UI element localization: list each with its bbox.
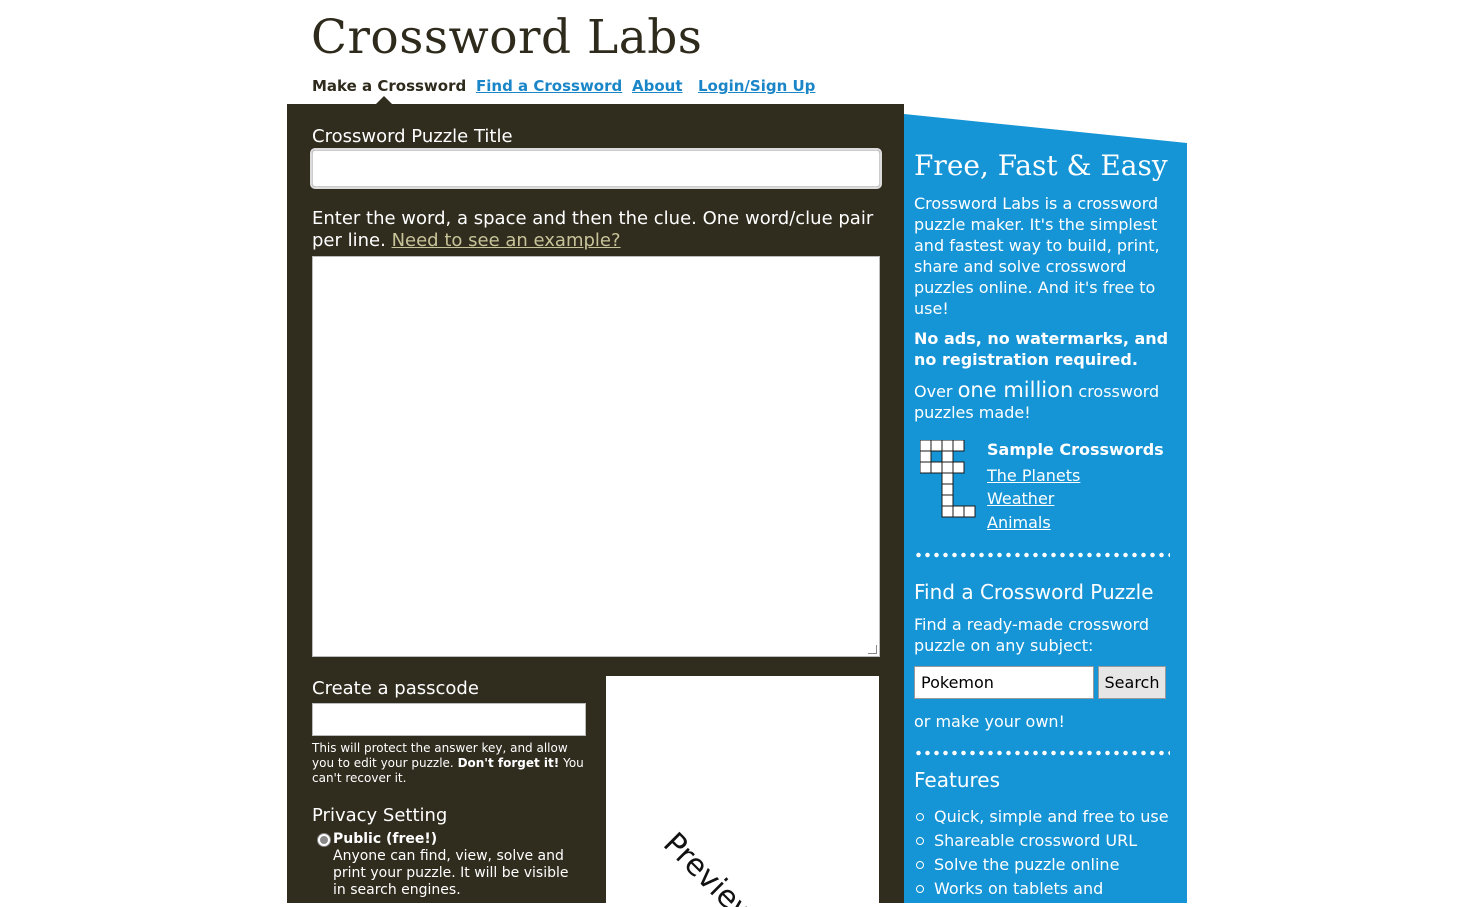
nav-login-signup[interactable]: Login/Sign Up — [698, 77, 815, 95]
info-sidebar: Free, Fast & Easy Crossword Labs is a cr… — [904, 114, 1187, 903]
privacy-label: Privacy Setting — [312, 805, 448, 826]
crossword-grid-icon — [920, 440, 976, 518]
passcode-note: This will protect the answer key, and al… — [312, 741, 590, 786]
sidebar-heading: Free, Fast & Easy — [914, 149, 1168, 182]
sample-heading: Sample Crosswords — [987, 440, 1164, 459]
feature-item: Quick, simple and free to use — [914, 806, 1172, 827]
features-heading: Features — [914, 768, 1000, 792]
find-heading: Find a Crossword Puzzle — [914, 580, 1154, 604]
feature-item: Works on tablets and — [914, 878, 1172, 899]
public-radio[interactable] — [317, 833, 331, 847]
search-input[interactable]: Pokemon — [914, 666, 1094, 699]
instructions: Enter the word, a space and then the clu… — [312, 208, 884, 252]
sidebar-intro: Crossword Labs is a crossword puzzle mak… — [914, 194, 1160, 318]
million-text: Over one million crossword puzzles made! — [914, 380, 1172, 423]
sample-link-animals[interactable]: Animals — [987, 513, 1051, 532]
resize-handle[interactable] — [868, 645, 877, 654]
example-link[interactable]: Need to see an example? — [392, 230, 621, 251]
passcode-input[interactable] — [312, 703, 586, 736]
sample-link-planets[interactable]: The Planets — [987, 466, 1080, 485]
nav-find-crossword[interactable]: Find a Crossword — [476, 77, 622, 95]
million-highlight: one million — [957, 378, 1074, 402]
features-list: Quick, simple and free to use Shareable … — [914, 806, 1172, 902]
puzzle-title-input[interactable] — [310, 148, 882, 189]
make-own-text: or make your own! — [914, 712, 1065, 731]
dotted-divider — [914, 552, 1170, 558]
title-label: Crossword Puzzle Title — [312, 126, 513, 147]
words-clues-textarea[interactable] — [312, 256, 880, 657]
passcode-label: Create a passcode — [312, 678, 479, 699]
site-logo[interactable]: Crossword Labs — [311, 10, 702, 65]
sample-link-weather[interactable]: Weather — [987, 489, 1054, 508]
dotted-divider — [914, 750, 1170, 756]
public-option-desc: Anyone can find, view, solve and print y… — [333, 848, 569, 898]
find-desc: Find a ready-made crossword puzzle on an… — [914, 615, 1150, 655]
preview-label: Preview — [656, 826, 764, 907]
feature-item: Shareable crossword URL — [914, 830, 1172, 851]
public-option-title: Public (free!) — [333, 831, 438, 847]
over-text: Over — [914, 382, 953, 401]
feature-item: Solve the puzzle online — [914, 854, 1172, 875]
nav-about[interactable]: About — [632, 77, 683, 95]
crossword-form-panel: Crossword Puzzle Title Enter the word, a… — [287, 104, 904, 907]
no-ads-text: No ads, no watermarks, and no registrati… — [914, 329, 1169, 369]
search-button[interactable]: Search — [1098, 666, 1166, 699]
nav-make-crossword[interactable]: Make a Crossword — [312, 77, 466, 95]
preview-box: Preview — [606, 676, 879, 907]
passcode-note-bold: Don't forget it! — [457, 756, 560, 770]
